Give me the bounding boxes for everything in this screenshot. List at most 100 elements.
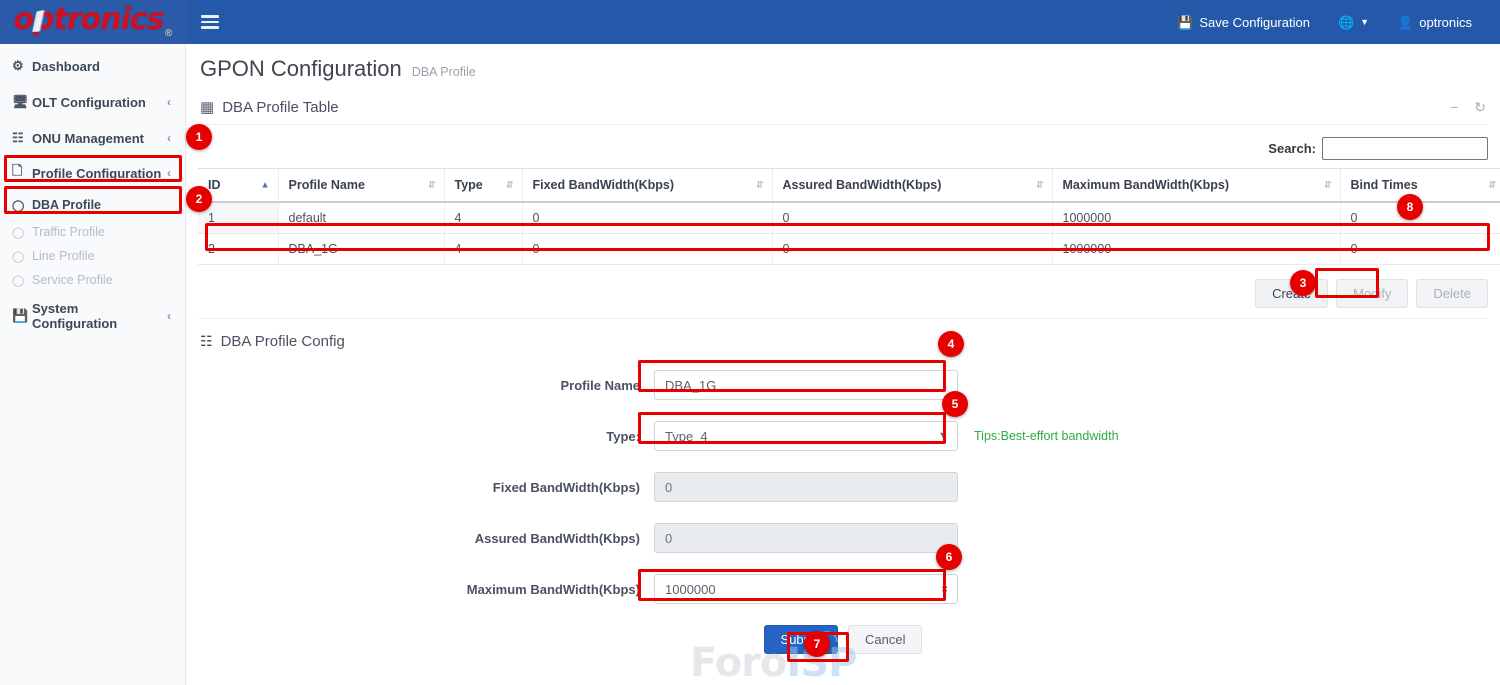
sidebar-subitem-label: DBA Profile: [32, 198, 101, 212]
chevron-left-icon: ‹: [167, 166, 171, 180]
chevron-left-icon: ‹: [167, 131, 171, 145]
cell-profile-name: default: [278, 202, 444, 234]
minus-icon[interactable]: −: [1450, 100, 1458, 114]
sidebar-item-service-profile[interactable]: ◯ Service Profile: [0, 268, 185, 292]
sidebar: ⚙ Dashboard 🖥 OLT Configuration ‹ ☷ ONU …: [0, 44, 186, 685]
circle-icon: ◯: [12, 250, 32, 263]
sort-icon: ⇵: [1036, 181, 1044, 190]
field-row-type: Type: Type_4 ▼ Tips:Best-effort bandwidt…: [198, 421, 1488, 451]
sidebar-subitem-label: Line Profile: [32, 249, 95, 263]
column-label: Fixed BandWidth(Kbps): [533, 178, 675, 192]
cell-maximum-bandwidth: 1000000: [1052, 202, 1340, 234]
sidebar-item-dba-profile[interactable]: ◯ DBA Profile: [0, 190, 185, 220]
dba-profile-table: ID ▲ Profile Name ⇵ Type ⇵ Fixed BandWid…: [198, 168, 1500, 265]
assured-bandwidth-label: Assured BandWidth(Kbps): [198, 531, 654, 546]
sidebar-item-olt-configuration[interactable]: 🖥 OLT Configuration ‹: [0, 84, 185, 120]
delete-button[interactable]: Delete: [1416, 279, 1488, 308]
form-card-title: DBA Profile Config: [221, 333, 345, 350]
column-header-maximum-bandwidth[interactable]: Maximum BandWidth(Kbps) ⇵: [1052, 169, 1340, 203]
column-header-bind-times[interactable]: Bind Times ⇵: [1340, 169, 1500, 203]
sidebar-item-system-configuration[interactable]: 💾 System Configuration ‹: [0, 298, 185, 334]
card-tools: − ↻: [1450, 100, 1486, 114]
cell-fixed-bandwidth: 0: [522, 234, 772, 265]
sidebar-subitem-label: Traffic Profile: [32, 225, 105, 239]
sidebar-item-line-profile[interactable]: ◯ Line Profile: [0, 244, 185, 268]
profile-name-label: Profile Name: [198, 378, 654, 393]
field-row-fixed-bandwidth: Fixed BandWidth(Kbps): [198, 472, 1488, 502]
table-row[interactable]: 2 DBA_1G 4 0 0 1000000 0: [198, 234, 1500, 265]
table-search-row: Search:: [198, 125, 1488, 168]
sidebar-item-label: OLT Configuration: [32, 95, 167, 110]
save-icon: 💾: [12, 308, 32, 324]
save-configuration-label: Save Configuration: [1199, 15, 1310, 30]
search-input[interactable]: [1322, 137, 1488, 160]
user-icon: 👤: [1397, 16, 1413, 29]
annotation-badge-4: 4: [938, 331, 964, 357]
column-label: Assured BandWidth(Kbps): [783, 178, 942, 192]
column-header-assured-bandwidth[interactable]: Assured BandWidth(Kbps) ⇵: [772, 169, 1052, 203]
sidebar-item-traffic-profile[interactable]: ◯ Traffic Profile: [0, 220, 185, 244]
dba-profile-config-card: ☷ DBA Profile Config ForoISP Profile Nam…: [198, 318, 1488, 654]
sort-icon: ⇵: [1488, 181, 1496, 190]
page-title: GPON Configuration: [200, 56, 402, 82]
sort-icon: ⇵: [1324, 181, 1332, 190]
cell-type: 4: [444, 234, 522, 265]
layers-icon: 🗋: [12, 162, 32, 184]
username-label: optronics: [1419, 15, 1472, 30]
menu-toggle-icon[interactable]: [201, 11, 223, 33]
circle-icon: ◯: [12, 226, 32, 239]
chevron-left-icon: ‹: [167, 95, 171, 109]
annotation-badge-6: 6: [936, 544, 962, 570]
column-header-profile-name[interactable]: Profile Name ⇵: [278, 169, 444, 203]
sidebar-item-label: Profile Configuration: [32, 166, 167, 181]
card-header: ▦ DBA Profile Table − ↻: [198, 90, 1488, 125]
sort-ascending-icon: ▲: [261, 181, 270, 190]
cell-bind-times: 0: [1340, 234, 1500, 265]
field-row-profile-name: Profile Name: [198, 370, 1488, 400]
sidebar-subitem-label: Service Profile: [32, 273, 113, 287]
user-menu[interactable]: 👤 optronics: [1383, 0, 1486, 44]
brand-logo-text: optronics®: [13, 5, 172, 39]
brand-logo-area[interactable]: optronics®: [0, 0, 186, 44]
field-row-maximum-bandwidth: Maximum BandWidth(Kbps) ▲▼: [198, 574, 1488, 604]
dashboard-icon: ⚙: [12, 58, 32, 74]
cell-assured-bandwidth: 0: [772, 202, 1052, 234]
search-label: Search:: [1268, 141, 1316, 156]
sort-icon: ⇵: [506, 181, 514, 190]
column-header-fixed-bandwidth[interactable]: Fixed BandWidth(Kbps) ⇵: [522, 169, 772, 203]
circle-icon: ◯: [12, 274, 32, 287]
cell-profile-name: DBA_1G: [278, 234, 444, 265]
sidebar-item-label: Dashboard: [32, 59, 171, 74]
save-configuration-button[interactable]: 💾 Save Configuration: [1163, 0, 1324, 44]
language-selector[interactable]: 🌐 ▼: [1324, 0, 1383, 44]
sitemap-icon: ☷: [12, 130, 32, 146]
profile-name-input[interactable]: [654, 370, 958, 400]
annotation-badge-7: 7: [804, 631, 830, 657]
table-icon: ▦: [200, 98, 214, 116]
maximum-bandwidth-input[interactable]: [654, 574, 958, 604]
sidebar-item-profile-configuration[interactable]: 🗋 Profile Configuration ‹: [0, 156, 185, 190]
sidebar-item-onu-management[interactable]: ☷ ONU Management ‹: [0, 120, 185, 156]
sidebar-item-dashboard[interactable]: ⚙ Dashboard: [0, 48, 185, 84]
refresh-icon[interactable]: ↻: [1474, 100, 1486, 114]
fixed-bandwidth-input[interactable]: [654, 472, 958, 502]
modify-button[interactable]: Modify: [1336, 279, 1408, 308]
cancel-button[interactable]: Cancel: [848, 625, 922, 654]
card-title-label: DBA Profile Table: [222, 99, 338, 116]
save-icon: 💾: [1177, 16, 1193, 29]
annotation-badge-3: 3: [1290, 270, 1316, 296]
annotation-badge-8: 8: [1397, 194, 1423, 220]
table-row[interactable]: 1 default 4 0 0 1000000 0: [198, 202, 1500, 234]
type-select[interactable]: Type_4: [654, 421, 958, 451]
column-label: Type: [455, 178, 483, 192]
assured-bandwidth-input[interactable]: [654, 523, 958, 553]
cell-maximum-bandwidth: 1000000: [1052, 234, 1340, 265]
page-header: GPON Configuration DBA Profile: [186, 44, 1500, 90]
sitemap-icon: ☷: [200, 333, 213, 350]
column-header-type[interactable]: Type ⇵: [444, 169, 522, 203]
sidebar-item-label: System Configuration: [32, 301, 167, 331]
form-card-header: ☷ DBA Profile Config: [198, 318, 1488, 360]
circle-icon: ◯: [12, 199, 32, 212]
main-content: GPON Configuration DBA Profile ▦ DBA Pro…: [186, 44, 1500, 685]
cell-id: 1: [198, 202, 278, 234]
